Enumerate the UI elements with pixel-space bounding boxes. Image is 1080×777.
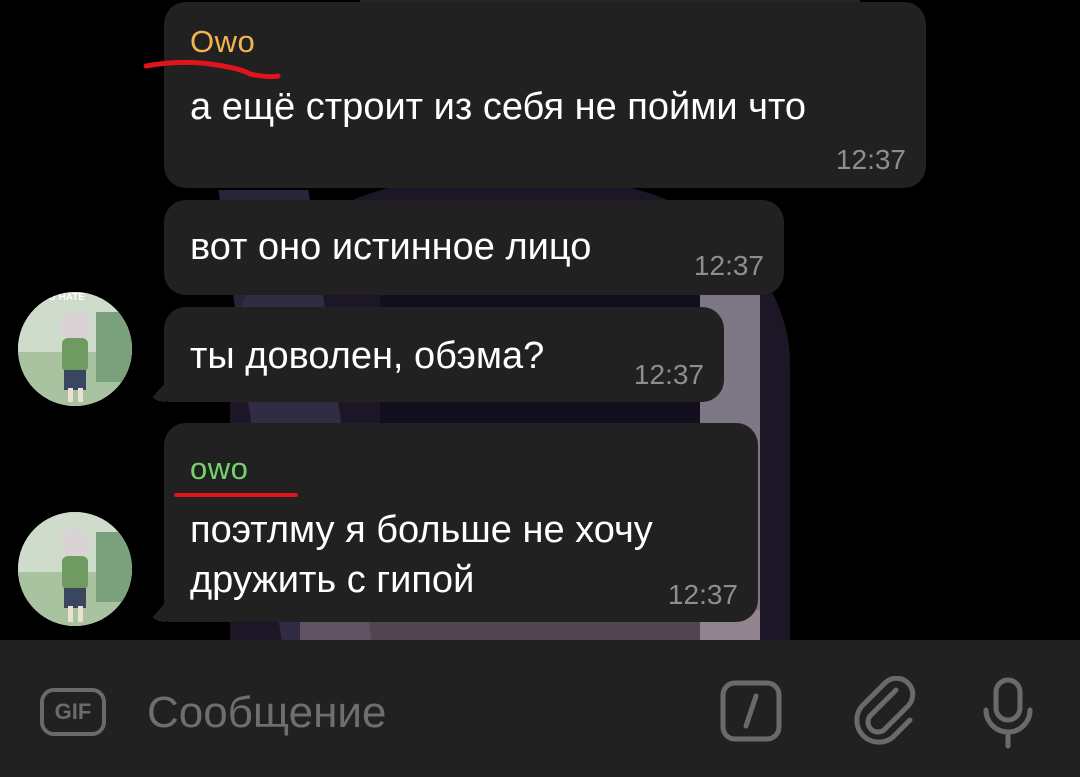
avatar-caption: O HATE xyxy=(48,292,86,303)
red-underline-mark xyxy=(174,493,298,497)
command-slash-icon[interactable] xyxy=(720,680,782,742)
message-time: 12:37 xyxy=(667,579,738,610)
message-bubble[interactable]: ты доволен, обэма? 12:37 xyxy=(164,307,724,402)
message-time: 12:37 xyxy=(633,359,704,390)
gif-icon[interactable]: GIF xyxy=(40,688,106,736)
avatar[interactable]: O HATE xyxy=(18,292,132,406)
message-text-line: поэтлму я больше не хочу xyxy=(190,509,653,551)
message-time: 12:37 xyxy=(693,250,764,281)
sender-name[interactable]: owo xyxy=(190,451,248,487)
message-text: а ещё строит из себя не пойми что xyxy=(190,86,807,128)
message-text-line: дружить с гипой xyxy=(190,559,475,601)
message-bubble[interactable]: owo поэтлму я больше не хочу дружить с г… xyxy=(164,423,758,622)
message-time: 12:37 xyxy=(835,144,906,175)
attach-paperclip-icon[interactable] xyxy=(852,676,920,746)
message-bubble[interactable]: вот оно истинное лицо 12:37 xyxy=(164,200,784,295)
avatar[interactable] xyxy=(18,512,132,626)
red-underline-mark xyxy=(143,59,281,80)
message-text: ты доволен, обэма? xyxy=(190,335,545,377)
microphone-icon[interactable] xyxy=(980,676,1036,750)
message-text: вот оно истинное лицо xyxy=(190,226,592,268)
message-input[interactable] xyxy=(145,680,689,746)
message-bubble[interactable]: Owo а ещё строит из себя не пойми что 12… xyxy=(164,2,926,188)
